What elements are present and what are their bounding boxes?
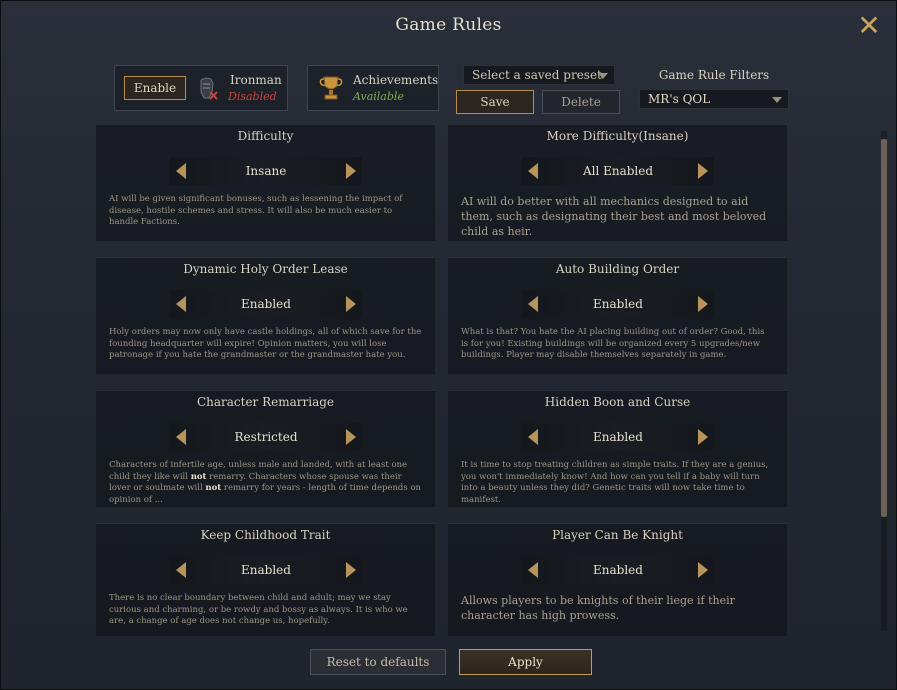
arrow-right-icon[interactable] (346, 562, 356, 578)
rule-selector: Enabled (522, 423, 714, 451)
game-rule-filters-value: MR's QOL (648, 92, 711, 106)
rule-description-emphasis: not (205, 483, 222, 493)
apply-button[interactable]: Apply (459, 649, 592, 675)
rule-title: Character Remarriage (196, 395, 335, 409)
rule-description: AI will do better with all mechanics des… (461, 195, 767, 238)
ironman-label: Ironman (230, 73, 282, 87)
arrow-left-icon[interactable] (176, 429, 186, 445)
enable-ironman-button[interactable]: Enable (124, 76, 186, 100)
rule-card-dynamic-holy-order-lease: Dynamic Holy Order Lease Enabled Holy or… (96, 257, 435, 374)
game-rule-filters-dropdown[interactable]: MR's QOL (639, 89, 789, 109)
rule-description: It is time to stop treating children as … (461, 460, 769, 505)
arrow-right-icon[interactable] (698, 296, 708, 312)
rule-title: Difficulty (237, 129, 294, 143)
rule-title: Player Can Be Knight (552, 528, 683, 542)
saved-preset-placeholder: Select a saved preset (472, 68, 602, 82)
rule-card-auto-building-order: Auto Building Order Enabled What is that… (448, 257, 787, 374)
rule-title: Keep Childhood Trait (200, 528, 331, 542)
arrow-right-icon[interactable] (346, 163, 356, 179)
rule-title: Auto Building Order (555, 262, 680, 276)
rule-card-keep-childhood-trait: Keep Childhood Trait Enabled There is no… (96, 523, 435, 636)
rule-selector: Enabled (522, 556, 714, 584)
rule-value: Enabled (241, 563, 291, 577)
delete-preset-button[interactable]: Delete (542, 90, 620, 114)
rule-description: AI will be given significant bonuses, su… (109, 194, 403, 227)
arrow-right-icon[interactable] (698, 429, 708, 445)
window-title: Game Rules (395, 15, 502, 35)
ironman-gauntlet-icon (197, 76, 219, 102)
rule-card-difficulty: Difficulty Insane AI will be given signi… (96, 124, 435, 241)
arrow-left-icon[interactable] (176, 562, 186, 578)
rule-value: Restricted (234, 430, 298, 444)
rule-value: Enabled (593, 563, 643, 577)
rule-description: Allows players to be knights of their li… (461, 594, 735, 622)
arrow-right-icon[interactable] (346, 296, 356, 312)
trophy-icon (318, 74, 344, 104)
rule-card-hidden-boon-and-curse: Hidden Boon and Curse Enabled It is time… (448, 390, 787, 507)
arrow-left-icon[interactable] (528, 429, 538, 445)
rule-selector: Enabled (170, 556, 362, 584)
game-rules-window: Game Rules ✕ Enable Ironman Disabled Ach… (0, 0, 897, 690)
arrow-left-icon[interactable] (176, 296, 186, 312)
achievements-label: Achievements (353, 73, 439, 87)
rule-card-character-remarriage: Character Remarriage Restricted Characte… (96, 390, 435, 507)
rule-description: What is that? You hate the AI placing bu… (461, 327, 765, 360)
arrow-left-icon[interactable] (528, 163, 538, 179)
rule-value: All Enabled (582, 164, 654, 178)
game-rule-filters-title: Game Rule Filters (658, 68, 770, 82)
save-preset-button[interactable]: Save (456, 90, 534, 114)
rule-description-emphasis: not (190, 471, 207, 482)
rule-description: Characters of infertile age, unless male… (109, 460, 422, 506)
achievements-status: Available (353, 90, 404, 103)
rule-selector: Enabled (522, 290, 714, 318)
rule-selector: Restricted (170, 423, 362, 451)
reset-to-defaults-button[interactable]: Reset to defaults (310, 649, 446, 675)
rule-title: Dynamic Holy Order Lease (183, 262, 348, 276)
rule-selector: All Enabled (522, 157, 714, 185)
close-icon[interactable]: ✕ (856, 12, 882, 40)
rule-value: Enabled (241, 297, 291, 311)
rule-title: Hidden Boon and Curse (544, 395, 691, 409)
arrow-right-icon[interactable] (346, 429, 356, 445)
rule-value: Enabled (593, 297, 643, 311)
achievements-panel: Achievements Available (307, 65, 439, 111)
saved-preset-dropdown[interactable]: Select a saved preset (463, 65, 615, 85)
arrow-left-icon[interactable] (176, 163, 186, 179)
arrow-left-icon[interactable] (528, 296, 538, 312)
ironman-status: Disabled (228, 90, 277, 103)
rules-list: Difficulty Insane AI will be given signi… (96, 124, 788, 636)
rule-selector: Insane (170, 157, 362, 185)
rule-description: Holy orders may now only have castle hol… (109, 327, 422, 360)
chevron-down-icon (598, 73, 608, 79)
rule-card-player-can-be-knight: Player Can Be Knight Enabled Allows play… (448, 523, 787, 636)
rule-value: Insane (245, 164, 287, 178)
rule-value: Enabled (593, 430, 643, 444)
chevron-down-icon (772, 97, 782, 103)
arrow-right-icon[interactable] (698, 163, 708, 179)
arrow-left-icon[interactable] (528, 562, 538, 578)
rule-selector: Enabled (170, 290, 362, 318)
rule-description: There is no clear boundary between child… (109, 593, 408, 626)
rule-title: More Difficulty(Insane) (546, 129, 689, 143)
scrollbar-thumb[interactable] (881, 139, 887, 517)
rule-card-more-difficulty: More Difficulty(Insane) All Enabled AI w… (448, 124, 787, 241)
ironman-panel: Enable Ironman Disabled (114, 65, 288, 111)
arrow-right-icon[interactable] (698, 562, 708, 578)
